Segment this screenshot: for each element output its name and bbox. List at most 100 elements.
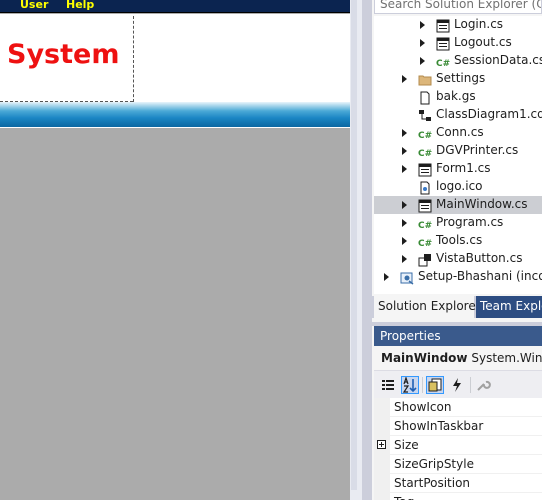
property-gutter	[374, 455, 390, 474]
object-name: MainWindow	[381, 351, 468, 365]
menu-user[interactable]: User	[20, 0, 48, 11]
search-placeholder: Search Solution Explorer (Ctrl+;)	[380, 0, 541, 11]
svg-text:C#: C#	[418, 131, 432, 141]
form-menubar: User Help	[0, 0, 350, 13]
tree-item-label: Logout.cs	[454, 35, 512, 49]
solution-tree: Login.cs Logout.cs C# SessionData.cs Setting…	[374, 16, 542, 294]
property-gutter	[374, 398, 390, 417]
property-gutter	[374, 474, 390, 493]
svg-text:C#: C#	[418, 221, 432, 231]
tree-item-label: Form1.cs	[436, 161, 491, 175]
property-gutter	[374, 417, 390, 436]
tree-item-label: Tools.cs	[436, 233, 483, 247]
ide-window: User Help System Search Solution Explore…	[0, 0, 542, 500]
file-icon	[418, 90, 432, 105]
tree-item-label: Login.cs	[454, 17, 504, 31]
tree-item-label: Settings	[436, 71, 486, 85]
tree-item[interactable]: Login.cs	[374, 16, 542, 34]
expand-arrow-icon[interactable]	[420, 57, 425, 65]
tree-item-label: VistaButton.cs	[436, 251, 523, 265]
tree-item[interactable]: C# Conn.cs	[374, 124, 542, 142]
tree-item[interactable]: Setup-Bhashani (incompatible)	[374, 268, 542, 286]
properties-icon	[428, 378, 442, 392]
solution-explorer-tabs: Solution Explorer Team Explorer	[372, 296, 542, 318]
alphabetical-button[interactable]	[401, 376, 419, 394]
expand-arrow-icon[interactable]	[420, 39, 425, 47]
property-row[interactable]: Tag	[374, 493, 542, 500]
menu-help[interactable]: Help	[66, 0, 94, 11]
tree-item[interactable]: Settings	[374, 70, 542, 88]
expand-plus-icon[interactable]	[377, 440, 386, 449]
tree-item-label: Program.cs	[436, 215, 504, 229]
form-designer[interactable]: User Help System	[0, 0, 350, 500]
solution-search-input[interactable]: Search Solution Explorer (Ctrl+;)	[374, 0, 542, 14]
property-row[interactable]: SizeGripStyle	[374, 455, 542, 474]
tree-item[interactable]: MainWindow.cs	[374, 196, 542, 214]
tree-item[interactable]: C# DGVPrinter.cs	[374, 142, 542, 160]
form-gradient-band[interactable]	[0, 102, 350, 128]
setup-project-icon	[400, 270, 414, 285]
properties-view-button[interactable]	[426, 376, 444, 394]
tree-item-label: DGVPrinter.cs	[436, 143, 519, 157]
events-icon	[453, 378, 461, 392]
property-gutter	[374, 436, 390, 455]
property-name: ShowInTaskbar	[394, 419, 484, 433]
expand-arrow-icon[interactable]	[402, 75, 407, 83]
tab-solution-explorer[interactable]: Solution Explorer	[374, 296, 481, 318]
form-title-label[interactable]: System	[7, 39, 119, 70]
solution-explorer: Search Solution Explorer (Ctrl+;) Login.…	[372, 0, 542, 322]
property-pages-icon	[477, 380, 491, 391]
events-button[interactable]	[448, 376, 466, 394]
tree-item[interactable]: C# Tools.cs	[374, 232, 542, 250]
property-name: Tag	[394, 495, 414, 500]
tree-item[interactable]: bak.gs	[374, 88, 542, 106]
property-row[interactable]: StartPosition	[374, 474, 542, 493]
expand-arrow-icon[interactable]	[402, 129, 407, 137]
form-body[interactable]	[0, 128, 350, 500]
property-name: StartPosition	[394, 476, 471, 490]
tree-item[interactable]: C# SessionData.cs	[374, 52, 542, 70]
csharp-file-icon: C#	[418, 216, 432, 231]
property-row[interactable]: ShowIcon	[374, 398, 542, 417]
categorized-button[interactable]	[379, 376, 397, 394]
properties-object-selector[interactable]: MainWindow System.Windows.Forms.Form	[374, 347, 542, 369]
csharp-file-icon: C#	[418, 234, 432, 249]
panel-splitter[interactable]	[350, 0, 362, 500]
svg-text:C#: C#	[436, 59, 450, 69]
property-row[interactable]: Size	[374, 436, 542, 455]
expand-arrow-icon[interactable]	[402, 201, 407, 209]
tree-item[interactable]: Form1.cs	[374, 160, 542, 178]
expand-arrow-icon[interactable]	[402, 147, 407, 155]
properties-title[interactable]: Properties	[374, 326, 542, 346]
csharp-file-icon: C#	[418, 144, 432, 159]
object-type: System.Windows.Forms.Form	[471, 351, 542, 365]
tree-item-label: SessionData.cs	[454, 53, 542, 67]
tab-team-explorer[interactable]: Team Explorer	[476, 296, 542, 318]
expand-arrow-icon[interactable]	[402, 237, 407, 245]
form-header-panel[interactable]: System	[0, 14, 350, 102]
expand-arrow-icon[interactable]	[402, 219, 407, 227]
form-icon	[436, 36, 450, 51]
property-row[interactable]: ShowInTaskbar	[374, 417, 542, 436]
tree-item[interactable]: C# Program.cs	[374, 214, 542, 232]
expand-arrow-icon[interactable]	[420, 21, 425, 29]
form-icon	[436, 18, 450, 33]
properties-toolbar	[374, 370, 542, 398]
expand-arrow-icon[interactable]	[402, 165, 407, 173]
tree-item[interactable]: Logout.cs	[374, 34, 542, 52]
tree-item[interactable]: VistaButton.cs	[374, 250, 542, 268]
csharp-file-icon: C#	[436, 54, 450, 69]
tree-item[interactable]: ClassDiagram1.cd	[374, 106, 542, 124]
expand-arrow-icon[interactable]	[384, 273, 389, 281]
panel-divider	[133, 16, 134, 102]
component-icon	[418, 252, 432, 267]
svg-text:C#: C#	[418, 149, 432, 159]
property-pages-button[interactable]	[474, 376, 492, 394]
expand-arrow-icon[interactable]	[402, 255, 407, 263]
csharp-file-icon: C#	[418, 126, 432, 141]
categorized-icon	[382, 380, 394, 390]
tree-item[interactable]: logo.ico	[374, 178, 542, 196]
property-gutter	[374, 493, 390, 500]
folder-icon	[418, 72, 432, 86]
property-name: ShowIcon	[394, 400, 452, 414]
